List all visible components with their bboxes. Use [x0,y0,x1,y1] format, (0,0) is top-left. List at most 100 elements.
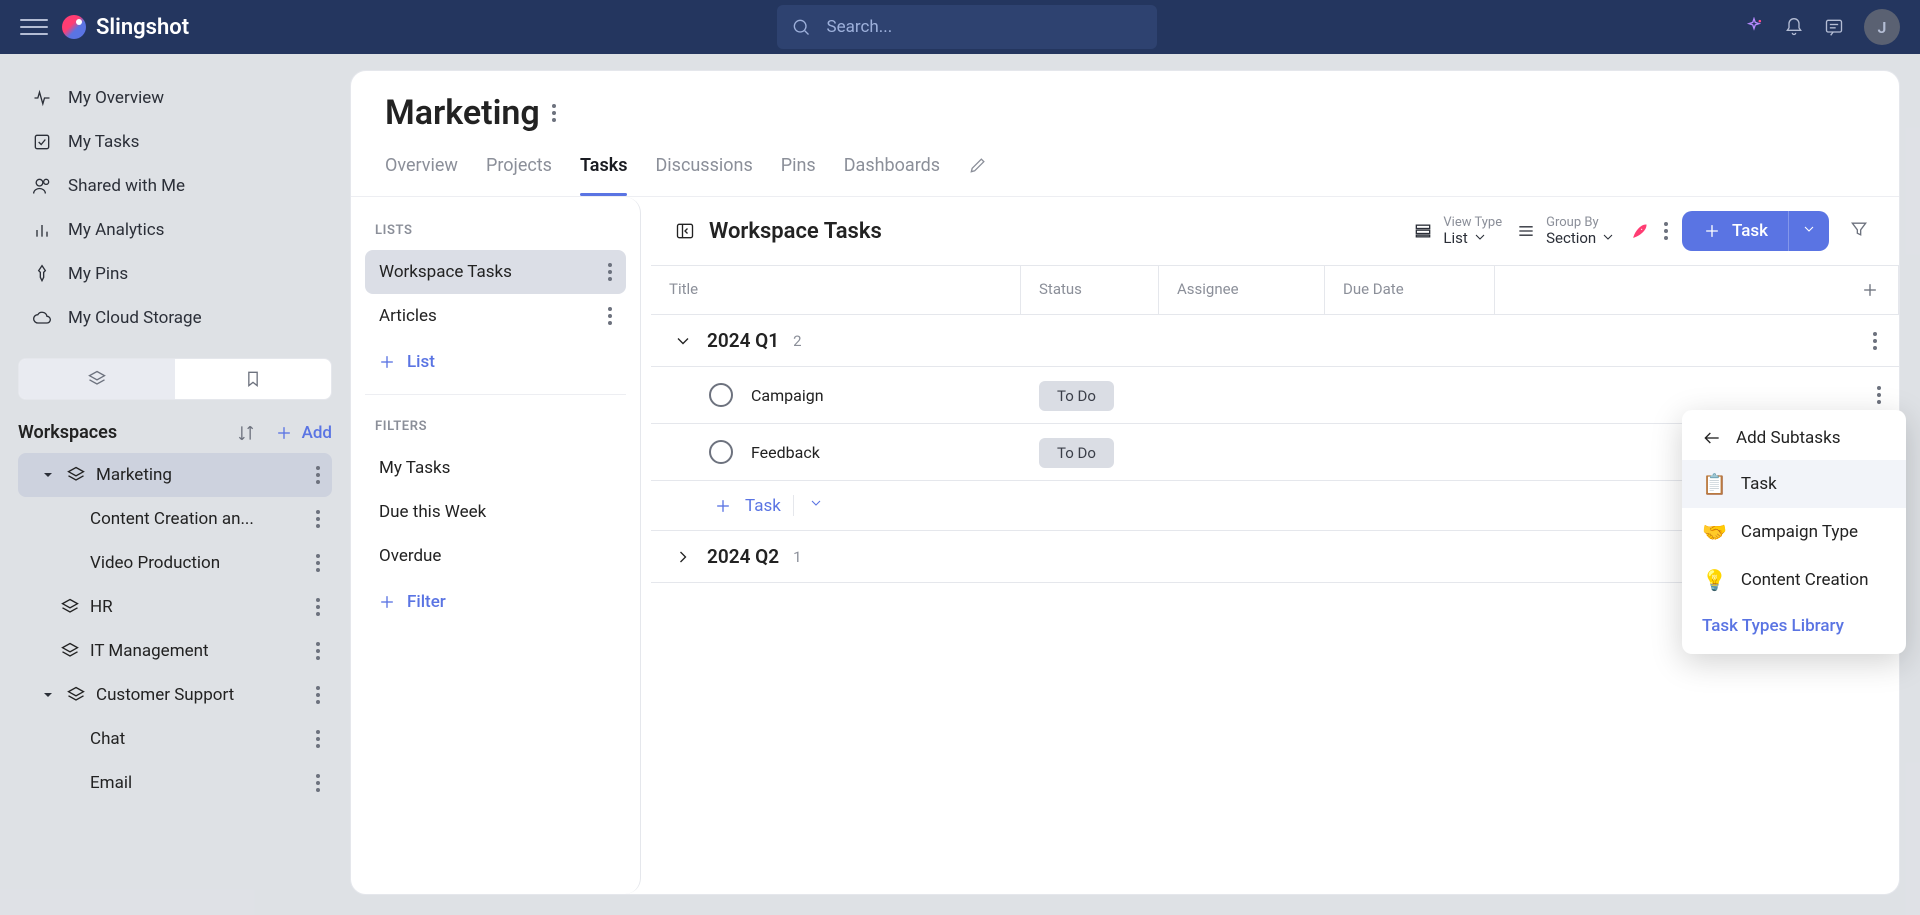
filter-overdue[interactable]: Overdue [365,534,626,578]
more-icon[interactable] [316,730,320,748]
plus-icon [274,423,294,443]
tab-discussions[interactable]: Discussions [655,143,752,196]
more-icon[interactable] [608,307,612,325]
layers-icon [60,641,80,661]
add-workspace-button[interactable]: Add [274,423,332,443]
more-icon[interactable] [608,263,612,281]
popover-item-content[interactable]: 💡 Content Creation [1682,556,1906,604]
more-icon[interactable] [316,598,320,616]
status-badge[interactable]: To Do [1039,438,1114,468]
ws-chat[interactable]: Chat [56,717,332,761]
collapse-sidebar-icon[interactable] [675,221,695,241]
new-task-split-button: Task [1682,211,1829,251]
more-icon[interactable] [316,774,320,792]
sparkle-icon[interactable] [1744,17,1764,37]
search-box[interactable] [777,5,1157,49]
plus-icon [377,352,397,372]
new-task-dropdown[interactable] [1788,211,1829,251]
brand[interactable]: Slingshot [62,15,189,40]
task-complete-toggle[interactable] [709,383,733,407]
task-more-icon[interactable] [1877,386,1881,404]
layers-icon [66,685,86,705]
col-due[interactable]: Due Date [1325,266,1495,314]
ws-hr[interactable]: HR [18,585,332,629]
page-more-icon[interactable] [552,104,556,122]
add-column[interactable] [1495,266,1899,314]
view-type-button[interactable]: View TypeList [1413,216,1502,247]
popover-item-task[interactable]: 📋 Task [1682,460,1906,508]
plus-icon [1702,221,1722,241]
more-icon[interactable] [316,686,320,704]
arrow-left-icon [1702,428,1722,448]
left-sidebar: My Overview My Tasks Shared with Me My A… [0,54,350,915]
col-assignee[interactable]: Assignee [1159,266,1325,314]
chevron-down-icon [1801,221,1817,237]
popover-back[interactable]: Add Subtasks [1682,416,1906,460]
search-input[interactable] [825,16,1143,38]
col-title[interactable]: Title [651,266,1021,314]
ws-marketing[interactable]: Marketing [18,453,332,497]
ws-it[interactable]: IT Management [18,629,332,673]
tasks-title: Workspace Tasks [709,219,1399,244]
cloud-icon [32,308,52,328]
tabs: Overview Projects Tasks Discussions Pins… [351,143,1899,197]
rocket-icon[interactable] [1630,221,1650,241]
nav-shared[interactable]: Shared with Me [0,164,350,208]
popover-library-link[interactable]: Task Types Library [1682,604,1906,648]
chevron-down-icon [1600,229,1616,245]
section-header-q1[interactable]: 2024 Q1 2 [651,315,1899,366]
more-icon[interactable] [316,642,320,660]
add-task-dropdown[interactable] [793,495,824,516]
tab-tasks[interactable]: Tasks [580,143,628,196]
tab-projects[interactable]: Projects [486,143,552,196]
list-articles[interactable]: Articles [365,294,626,338]
nav-my-tasks[interactable]: My Tasks [0,120,350,164]
seg-bookmark[interactable] [175,359,331,399]
filter-my-tasks[interactable]: My Tasks [365,446,626,490]
ws-video-production[interactable]: Video Production [56,541,332,585]
list-workspace-tasks[interactable]: Workspace Tasks [365,250,626,294]
add-subtasks-popover: Add Subtasks 📋 Task 🤝 Campaign Type 💡 Co… [1682,410,1906,654]
nav-pins[interactable]: My Pins [0,252,350,296]
menu-button[interactable] [20,13,48,41]
search-icon [791,17,811,37]
add-filter-button[interactable]: Filter [365,578,626,626]
brand-name: Slingshot [96,15,189,40]
ws-customer-support[interactable]: Customer Support [18,673,332,717]
filter-due-week[interactable]: Due this Week [365,490,626,534]
handshake-icon: 🤝 [1702,520,1727,544]
tab-pins[interactable]: Pins [781,143,816,196]
filter-icon[interactable] [1843,213,1875,249]
task-complete-toggle[interactable] [709,440,733,464]
new-task-button[interactable]: Task [1682,211,1788,251]
nav-analytics[interactable]: My Analytics [0,208,350,252]
section-more-icon[interactable] [1873,332,1877,350]
more-icon[interactable] [316,510,320,528]
caret-down-icon [40,687,56,703]
ws-email[interactable]: Email [56,761,332,805]
status-badge[interactable]: To Do [1039,381,1114,411]
toolbar-more-icon[interactable] [1664,222,1668,240]
group-by-button[interactable]: Group BySection [1516,216,1616,247]
col-status[interactable]: Status [1021,266,1159,314]
chat-icon[interactable] [1824,17,1844,37]
tab-dashboards[interactable]: Dashboards [844,143,940,196]
ws-more-icon[interactable] [316,466,320,484]
seg-layers[interactable] [19,359,175,399]
add-list-button[interactable]: List [365,338,626,386]
caret-down-icon [40,467,56,483]
ws-content-creation[interactable]: Content Creation an... [56,497,332,541]
popover-item-campaign[interactable]: 🤝 Campaign Type [1682,508,1906,556]
sort-icon[interactable] [236,423,256,443]
tab-overview[interactable]: Overview [385,143,458,196]
bell-icon[interactable] [1784,17,1804,37]
page-header: Marketing [351,71,1899,143]
more-icon[interactable] [316,554,320,572]
avatar[interactable]: J [1864,9,1900,45]
nav-cloud[interactable]: My Cloud Storage [0,296,350,340]
pin-icon [32,264,52,284]
workspaces-header: Workspaces Add [0,412,350,453]
tab-edit[interactable] [968,143,988,196]
nav-my-overview[interactable]: My Overview [0,76,350,120]
brand-logo-icon [62,15,86,39]
